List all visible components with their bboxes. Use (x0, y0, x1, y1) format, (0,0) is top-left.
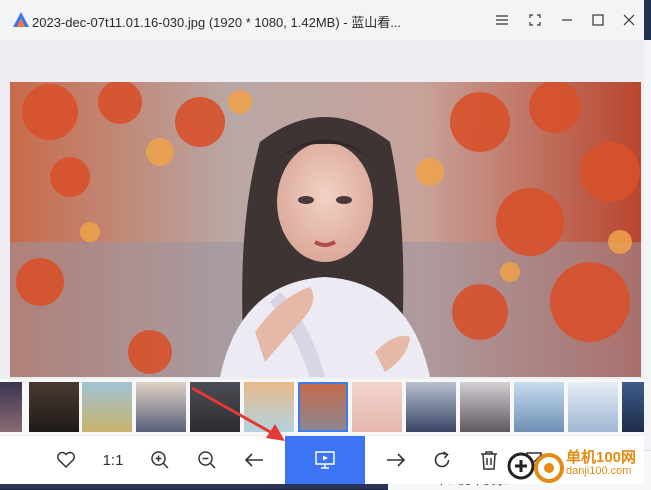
watermark-text: 单机100网 (566, 449, 637, 466)
watermark-url: danji100.com (566, 465, 632, 477)
annotation-arrow (191, 386, 285, 441)
watermark-logo-icon (507, 452, 564, 483)
